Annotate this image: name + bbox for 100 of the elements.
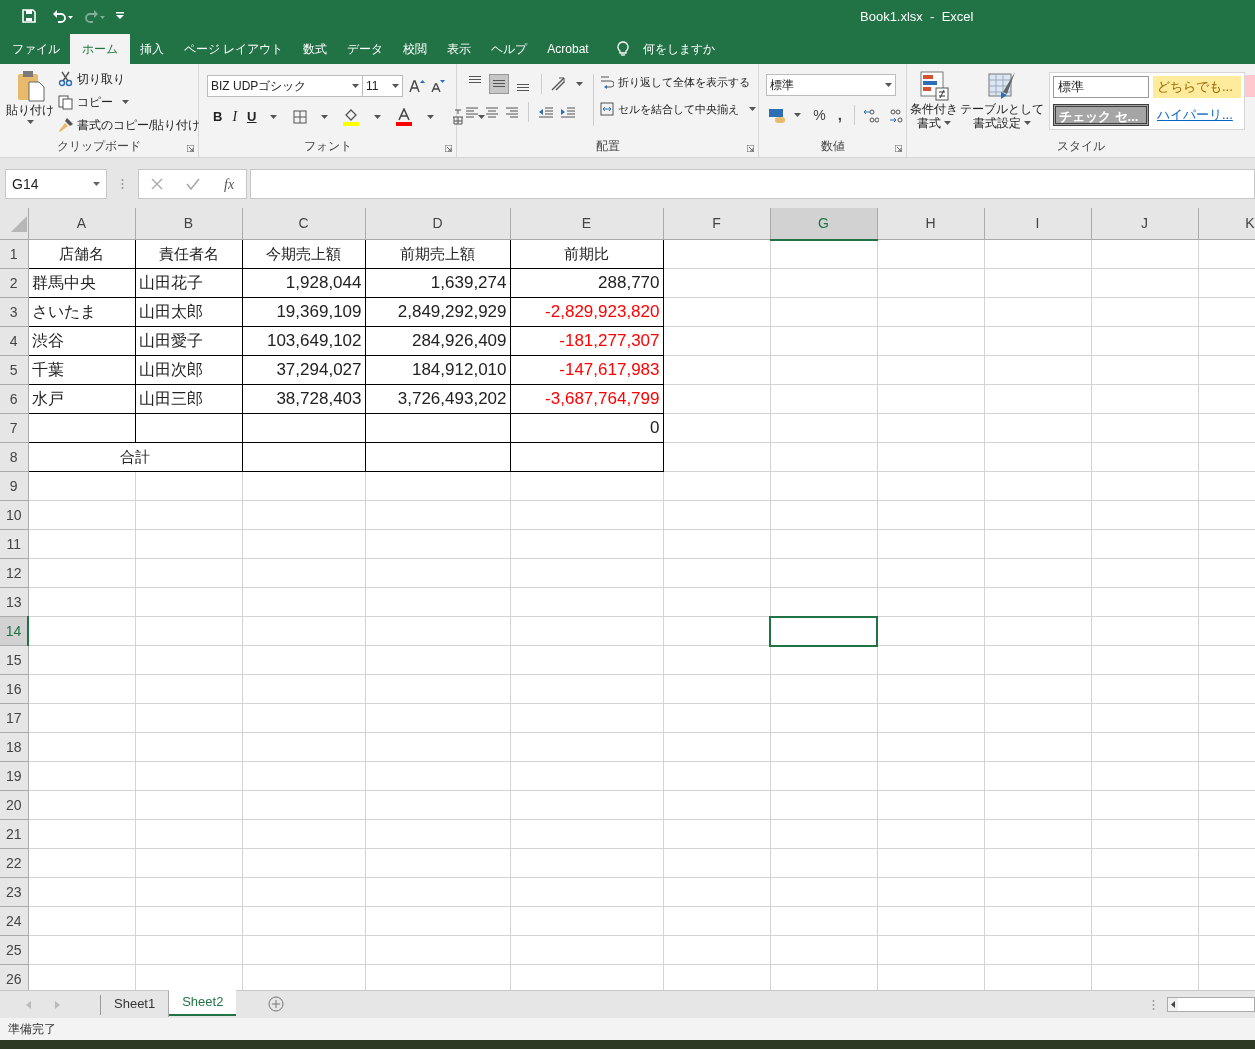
table-cell: 19,369,109: [242, 297, 365, 327]
row-header[interactable]: 12: [0, 558, 28, 588]
table-cell: 渋谷: [28, 326, 135, 356]
font-name-dropdown[interactable]: BIZ UDPゴシック: [207, 75, 363, 97]
cell-style-option[interactable]: どちらでも...: [1153, 76, 1241, 98]
paste-button[interactable]: 貼り付け: [8, 70, 52, 134]
format-painter-button[interactable]: 書式のコピー/貼り付け: [58, 116, 201, 134]
column-header[interactable]: G: [770, 208, 877, 240]
row-header[interactable]: 10: [0, 500, 28, 530]
ribbon-tab[interactable]: ファイル: [2, 34, 70, 64]
font-size-dropdown[interactable]: 11: [363, 75, 403, 97]
column-header[interactable]: E: [510, 208, 663, 240]
row-header[interactable]: 6: [0, 384, 28, 414]
row-header[interactable]: 5: [0, 355, 28, 385]
column-header[interactable]: H: [877, 208, 984, 240]
format-as-table-button[interactable]: テーブルとして 書式設定: [959, 70, 1045, 130]
column-heading-cell: 今期売上額: [242, 239, 365, 269]
wrap-text-button[interactable]: 折り返して全体を表示する: [600, 74, 756, 91]
row-header[interactable]: 11: [0, 529, 28, 559]
column-header[interactable]: F: [663, 208, 770, 240]
table-cell: 山田三郎: [135, 384, 242, 414]
row-header[interactable]: 7: [0, 413, 28, 443]
cell-style-option[interactable]: ハイパーリ...: [1153, 104, 1241, 126]
row-header[interactable]: 18: [0, 732, 28, 762]
table-cell: 37,294,027: [242, 355, 365, 385]
ribbon-tab[interactable]: Acrobat: [537, 34, 599, 64]
cut-button[interactable]: 切り取り: [58, 70, 201, 88]
group-label: クリップボード: [57, 138, 141, 155]
ribbon-tab[interactable]: ページ レイアウト: [174, 34, 294, 64]
row-header[interactable]: 15: [0, 645, 28, 675]
row-header[interactable]: 17: [0, 703, 28, 733]
ribbon-tab[interactable]: 校閲: [393, 34, 438, 64]
table-cell: 2,849,292,929: [365, 297, 510, 327]
row-header[interactable]: 14: [0, 616, 28, 646]
row-header[interactable]: 1: [0, 239, 28, 269]
column-header[interactable]: A: [28, 208, 135, 240]
ribbon-tab[interactable]: ホーム: [70, 34, 130, 64]
name-box[interactable]: G14: [5, 169, 107, 199]
row-header[interactable]: 20: [0, 790, 28, 820]
row-header[interactable]: 19: [0, 761, 28, 791]
table-cell: 284,926,409: [365, 326, 510, 356]
tell-me-search[interactable]: 何をしますか: [642, 40, 715, 58]
table-cell: 38,728,403: [242, 384, 365, 414]
table-cell: -147,617,983: [510, 355, 663, 385]
row-header[interactable]: 3: [0, 297, 28, 327]
table-cell: 山田花子: [135, 268, 242, 298]
sheet-tab[interactable]: Sheet2: [169, 990, 237, 1016]
ribbon-tab[interactable]: 挿入: [130, 34, 174, 64]
table-cell: 184,912,010: [365, 355, 510, 385]
table-cell: -3,687,764,799: [510, 384, 663, 414]
row-header[interactable]: 21: [0, 819, 28, 849]
column-header[interactable]: I: [984, 208, 1091, 240]
column-header[interactable]: B: [135, 208, 242, 240]
group-label: 配置: [595, 138, 620, 155]
percent-button[interactable]: %: [813, 104, 826, 126]
row-header[interactable]: 25: [0, 935, 28, 965]
row-header[interactable]: 13: [0, 587, 28, 617]
italic-button[interactable]: I: [232, 106, 238, 127]
row-header[interactable]: 16: [0, 674, 28, 704]
ribbon-tab[interactable]: 表示: [437, 34, 482, 64]
table-cell: 群馬中央: [28, 268, 135, 298]
group-label: 数値: [820, 138, 845, 155]
insert-function-button[interactable]: fx: [224, 173, 235, 195]
conditional-formatting-button[interactable]: 条件付き 書式: [909, 70, 959, 130]
row-header[interactable]: 2: [0, 268, 28, 298]
status-text: 準備完了: [8, 1021, 56, 1038]
table-cell: 山田愛子: [135, 326, 242, 356]
row-header[interactable]: 24: [0, 906, 28, 936]
row-header[interactable]: 8: [0, 442, 28, 472]
table-cell: -181,277,307: [510, 326, 663, 356]
row-header[interactable]: 4: [0, 326, 28, 356]
column-header[interactable]: K: [1198, 208, 1255, 240]
row-header[interactable]: 26: [0, 964, 28, 990]
column-header[interactable]: D: [365, 208, 510, 240]
copy-button[interactable]: コピー: [58, 93, 201, 111]
column-heading-cell: 店舗名: [28, 239, 135, 269]
table-cell: -2,829,923,820: [510, 297, 663, 327]
table-cell: 103,649,102: [242, 326, 365, 356]
cell-style-option[interactable]: 標準: [1053, 76, 1149, 98]
ribbon-tab[interactable]: データ: [337, 34, 394, 64]
column-header[interactable]: C: [242, 208, 365, 240]
column-header[interactable]: J: [1091, 208, 1198, 240]
table-cell: 0: [510, 413, 663, 443]
table-cell: さいたま: [28, 297, 135, 327]
row-header[interactable]: 23: [0, 877, 28, 907]
table-cell: 合計: [28, 442, 242, 472]
ribbon-tab[interactable]: 数式: [293, 34, 338, 64]
comma-button[interactable]: ,: [837, 104, 842, 127]
row-header[interactable]: 22: [0, 848, 28, 878]
table-cell: 3,726,493,202: [365, 384, 510, 414]
merge-center-button[interactable]: セルを結合して中央揃え: [600, 100, 756, 117]
column-heading-cell: 責任者名: [135, 239, 242, 269]
column-heading-cell: 前期比: [510, 239, 663, 269]
row-header[interactable]: 9: [0, 471, 28, 501]
bold-button[interactable]: B: [213, 106, 223, 127]
table-cell: 山田太郎: [135, 297, 242, 327]
number-format-dropdown[interactable]: 標準: [766, 74, 897, 96]
table-cell: 1,928,044: [242, 268, 365, 298]
ribbon-tab[interactable]: ヘルプ: [481, 34, 538, 64]
underline-button[interactable]: U: [247, 106, 257, 127]
